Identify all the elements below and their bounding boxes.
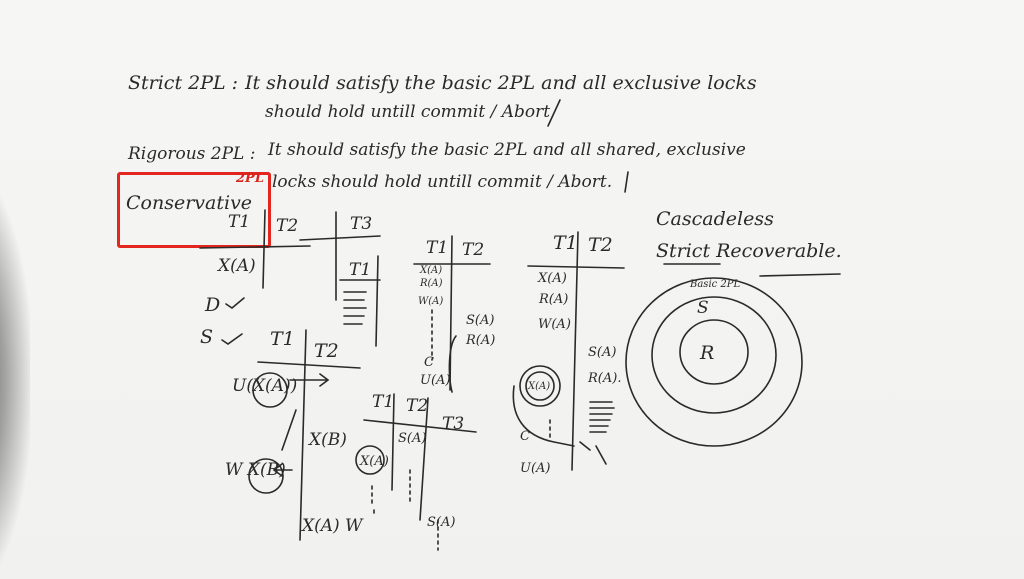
s1-vertical-line <box>262 209 266 289</box>
s2-circle-xa <box>252 372 288 408</box>
s2-circle-xb <box>248 458 284 494</box>
s1-horizontal-line <box>199 245 311 249</box>
ink-strokes <box>199 99 841 551</box>
rigorous-ring <box>679 319 749 385</box>
strict-ring <box>651 296 777 414</box>
s2-circle-xa-2 <box>355 445 385 475</box>
whiteboard: Strict 2PL : It should satisfy the basic… <box>0 0 1024 579</box>
